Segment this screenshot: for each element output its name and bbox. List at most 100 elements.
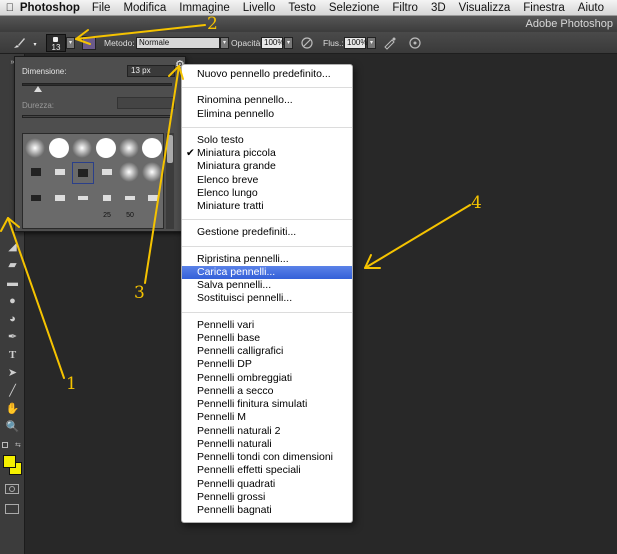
options-bar: ▾ 13 ▾ Metodo: Normale ▾ Opacità: 100% ▾… bbox=[0, 32, 617, 54]
menu-item-pennelli-base[interactable]: Pennelli base bbox=[182, 332, 352, 345]
mode-select[interactable]: Normale bbox=[136, 37, 220, 49]
quick-mask-icon[interactable] bbox=[5, 484, 19, 494]
screen-mode-icon[interactable] bbox=[5, 504, 19, 514]
brush-tip-soft-round[interactable] bbox=[119, 138, 141, 160]
brush-tip-hard-round[interactable] bbox=[142, 138, 164, 160]
brush-tip-soft-round[interactable] bbox=[72, 138, 94, 160]
brush-picker-dropdown[interactable]: ▾ bbox=[66, 37, 75, 49]
brush-tip-small[interactable] bbox=[96, 162, 118, 184]
menu-item-pennelli-dp[interactable]: Pennelli DP bbox=[182, 358, 352, 371]
size-slider[interactable] bbox=[22, 83, 172, 86]
menu-item-ripristina-pennelli[interactable]: Ripristina pennelli... bbox=[182, 253, 352, 266]
brush-tip-selected[interactable] bbox=[72, 162, 94, 184]
menu-testo[interactable]: Testo bbox=[288, 2, 316, 14]
menu-item-pennelli-a-secco[interactable]: Pennelli a secco bbox=[182, 385, 352, 398]
pen-tool-icon[interactable]: ✒ bbox=[4, 330, 21, 344]
brush-tool-icon[interactable] bbox=[12, 36, 26, 52]
menu-item-pennelli-effetti-speciali[interactable]: Pennelli effetti speciali bbox=[182, 464, 352, 477]
menu-item-pennelli-calligrafici[interactable]: Pennelli calligrafici bbox=[182, 345, 352, 358]
brush-grid-scrollbar[interactable] bbox=[166, 133, 174, 229]
brush-tip-small[interactable] bbox=[96, 188, 118, 210]
brush-tip-small[interactable] bbox=[25, 188, 47, 210]
menu-item-rinomina-pennello[interactable]: Rinomina pennello... bbox=[182, 94, 352, 107]
apple-icon[interactable]:  bbox=[0, 2, 20, 14]
type-tool-icon[interactable]: T bbox=[4, 348, 21, 362]
pressure-size-icon[interactable] bbox=[408, 36, 422, 52]
swap-colors-icon[interactable]: ⇆ bbox=[15, 441, 21, 449]
brush-tip-small[interactable] bbox=[72, 188, 94, 210]
menu-modifica[interactable]: Modifica bbox=[123, 2, 166, 14]
menu-item-pennelli-finitura-simulati[interactable]: Pennelli finitura simulati bbox=[182, 398, 352, 411]
scrollbar-thumb[interactable] bbox=[167, 135, 173, 163]
menu-file[interactable]: File bbox=[92, 2, 111, 14]
menu-item-solo-testo[interactable]: Solo testo bbox=[182, 134, 352, 147]
menu-filtro[interactable]: Filtro bbox=[392, 2, 418, 14]
brush-tip-small[interactable] bbox=[49, 188, 71, 210]
menu-item-pennelli-m[interactable]: Pennelli M bbox=[182, 411, 352, 424]
brush-preview-icon bbox=[53, 37, 58, 42]
menu-item-pennelli-grossi[interactable]: Pennelli grossi bbox=[182, 491, 352, 504]
opacity-dropdown[interactable]: ▾ bbox=[284, 37, 293, 49]
gradient-tool-icon[interactable]: ▬ bbox=[4, 276, 21, 290]
zoom-tool-icon[interactable]: 🔍 bbox=[4, 420, 21, 434]
brush-tip-small[interactable] bbox=[142, 188, 164, 210]
brush-preset-picker[interactable]: 13 bbox=[46, 34, 66, 52]
brush-tip-small[interactable] bbox=[119, 188, 141, 210]
brush-tip-soft-round[interactable] bbox=[25, 138, 47, 160]
menu-item-elenco-lungo[interactable]: Elenco lungo bbox=[182, 187, 352, 200]
menu-app-name[interactable]: Photoshop bbox=[20, 2, 80, 14]
size-field[interactable]: 13 px bbox=[127, 65, 175, 77]
default-colors-icon[interactable] bbox=[2, 442, 8, 448]
menu-item-nuovo-pennello-predefinito[interactable]: Nuovo pennello predefinito... bbox=[182, 68, 352, 81]
menu-item-salva-pennelli[interactable]: Salva pennelli... bbox=[182, 279, 352, 292]
opacity-field[interactable]: 100% bbox=[261, 37, 284, 49]
menu-item-pennelli-naturali-2[interactable]: Pennelli naturali 2 bbox=[182, 425, 352, 438]
brush-tip-soft-round[interactable] bbox=[119, 162, 141, 184]
mode-dropdown-arrow[interactable]: ▾ bbox=[220, 37, 229, 49]
path-selection-tool-icon[interactable]: ➤ bbox=[4, 366, 21, 380]
menu-item-pennelli-bagnati[interactable]: Pennelli bagnati bbox=[182, 504, 352, 517]
foreground-color-swatch[interactable] bbox=[3, 455, 16, 468]
hand-tool-icon[interactable]: ✋ bbox=[4, 402, 21, 416]
line-tool-icon[interactable]: ╱ bbox=[4, 384, 21, 398]
menu-immagine[interactable]: Immagine bbox=[179, 2, 230, 14]
tool-preset-dropdown-icon[interactable]: ▾ bbox=[32, 40, 38, 48]
pressure-opacity-icon[interactable] bbox=[300, 36, 314, 52]
menu-item-pennelli-tondi-con-dimensioni[interactable]: Pennelli tondi con dimensioni bbox=[182, 451, 352, 464]
brush-panel-toggle-icon[interactable] bbox=[82, 36, 96, 50]
menu-item-carica-pennelli[interactable]: Carica pennelli... bbox=[182, 265, 352, 279]
menu-item-pennelli-naturali[interactable]: Pennelli naturali bbox=[182, 438, 352, 451]
menu-item-pennelli-ombreggiati[interactable]: Pennelli ombreggiati bbox=[182, 372, 352, 385]
menu-selezione[interactable]: Selezione bbox=[329, 2, 380, 14]
flow-dropdown[interactable]: ▾ bbox=[367, 37, 376, 49]
airbrush-icon[interactable] bbox=[383, 36, 397, 52]
menu-item-pennelli-vari[interactable]: Pennelli vari bbox=[182, 319, 352, 332]
brush-tip-hard-round[interactable] bbox=[96, 138, 118, 160]
size-slider-thumb[interactable] bbox=[34, 86, 42, 92]
flow-field[interactable]: 100% bbox=[344, 37, 367, 49]
blur-tool-icon[interactable]: ● bbox=[4, 294, 21, 308]
menu-finestra[interactable]: Finestra bbox=[523, 2, 565, 14]
menu-aiuto[interactable]: Aiuto bbox=[578, 2, 604, 14]
menu-item-elimina-pennello[interactable]: Elimina pennello bbox=[182, 108, 352, 121]
window-title: Adobe Photoshop bbox=[525, 18, 613, 30]
menu-3d[interactable]: 3D bbox=[431, 2, 446, 14]
menu-item-sostituisci-pennelli[interactable]: Sostituisci pennelli... bbox=[182, 292, 352, 305]
menu-item-gestione-predefiniti[interactable]: Gestione predefiniti... bbox=[182, 226, 352, 239]
menu-visualizza[interactable]: Visualizza bbox=[459, 2, 511, 14]
dodge-tool-icon[interactable]: ◕ bbox=[4, 312, 21, 326]
eraser-tool-icon[interactable]: ◢ bbox=[4, 240, 21, 254]
brush-tip-small[interactable] bbox=[25, 162, 47, 184]
menu-item-miniature-tratti[interactable]: Miniature tratti bbox=[182, 200, 352, 213]
eraser-tool-icon[interactable]: ▰ bbox=[4, 258, 21, 272]
brush-tip-hard-round[interactable] bbox=[49, 138, 71, 160]
brush-size-number: 50 bbox=[126, 212, 134, 219]
menu-item-miniatura-piccola[interactable]: ✔ Miniatura piccola bbox=[182, 147, 352, 160]
menu-item-elenco-breve[interactable]: Elenco breve bbox=[182, 174, 352, 187]
menu-livello[interactable]: Livello bbox=[243, 2, 276, 14]
menu-item-miniatura-grande[interactable]: Miniatura grande bbox=[182, 160, 352, 173]
hardness-label: Durezza: bbox=[22, 101, 55, 110]
brush-tip-small[interactable] bbox=[49, 162, 71, 184]
menu-item-pennelli-quadrati[interactable]: Pennelli quadrati bbox=[182, 478, 352, 491]
brush-tip-soft-round[interactable] bbox=[142, 162, 164, 184]
